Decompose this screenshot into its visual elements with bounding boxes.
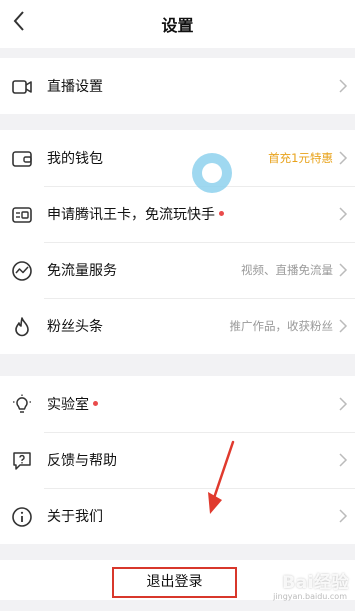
data-wave-icon <box>11 260 33 282</box>
settings-item-label: 我的钱包 <box>47 151 103 167</box>
help-chat-icon <box>11 450 33 472</box>
settings-item-live[interactable]: 直播设置 <box>0 58 355 114</box>
settings-item-lab[interactable]: 实验室 <box>0 376 355 432</box>
chevron-right-icon <box>338 150 348 166</box>
header-bar: 设置 <box>0 0 355 48</box>
page-title: 设置 <box>161 16 194 35</box>
settings-group-services: 我的钱包 首充1元特惠 申请腾讯王卡，免流玩快手 免流量服务 视频、直播免流量 … <box>0 130 355 354</box>
settings-item-label: 粉丝头条 <box>47 319 103 335</box>
settings-item-label: 反馈与帮助 <box>47 453 117 469</box>
chevron-right-icon <box>338 262 348 278</box>
settings-item-free-data[interactable]: 免流量服务 视频、直播免流量 <box>0 242 355 298</box>
chevron-right-icon <box>338 508 348 524</box>
chevron-right-icon <box>338 396 348 412</box>
settings-item-label: 实验室 <box>47 394 98 414</box>
settings-group-live: 直播设置 <box>0 58 355 114</box>
watermark-url: jingyan.baidu.com <box>273 592 347 601</box>
settings-screen: 设置 直播设置 我的钱包 首充1元特惠 申请腾讯王卡，免流玩快手 免流量服务 视… <box>0 0 355 611</box>
flame-icon <box>11 316 33 338</box>
settings-item-wallet[interactable]: 我的钱包 首充1元特惠 <box>0 130 355 186</box>
settings-item-label: 直播设置 <box>47 79 103 95</box>
fans-headline-desc: 推广作品，收获粉丝 <box>229 319 334 333</box>
lightbulb-icon <box>11 394 33 416</box>
watermark-logo: Bai经验 <box>282 573 349 593</box>
settings-item-label: 申请腾讯王卡，免流玩快手 <box>47 204 224 224</box>
annotation-arrow-icon <box>208 440 235 514</box>
new-dot-badge <box>219 210 224 216</box>
touch-indicator <box>192 153 232 193</box>
new-dot-badge <box>93 400 98 406</box>
settings-group-misc: 实验室 反馈与帮助 关于我们 <box>0 376 355 544</box>
chevron-right-icon <box>338 206 348 222</box>
video-camera-icon <box>11 76 33 98</box>
wallet-promo-text: 首充1元特惠 <box>268 151 333 165</box>
free-data-desc: 视频、直播免流量 <box>241 263 333 277</box>
wangka-label-text: 申请腾讯王卡，免流玩快手 <box>47 207 215 223</box>
chevron-right-icon <box>338 452 348 468</box>
settings-item-label: 关于我们 <box>47 509 103 525</box>
logout-button[interactable]: 退出登录 <box>112 567 237 598</box>
chevron-right-icon <box>338 318 348 334</box>
info-icon <box>11 506 33 528</box>
settings-item-fans-headline[interactable]: 粉丝头条 推广作品，收获粉丝 <box>0 298 355 354</box>
sim-card-icon <box>11 204 33 226</box>
lab-label-text: 实验室 <box>47 397 89 413</box>
settings-item-feedback[interactable]: 反馈与帮助 <box>0 432 355 488</box>
settings-item-label: 免流量服务 <box>47 263 117 279</box>
settings-item-wangka[interactable]: 申请腾讯王卡，免流玩快手 <box>0 186 355 242</box>
settings-item-about[interactable]: 关于我们 <box>0 488 355 544</box>
chevron-right-icon <box>338 78 348 94</box>
wallet-icon <box>11 148 33 170</box>
